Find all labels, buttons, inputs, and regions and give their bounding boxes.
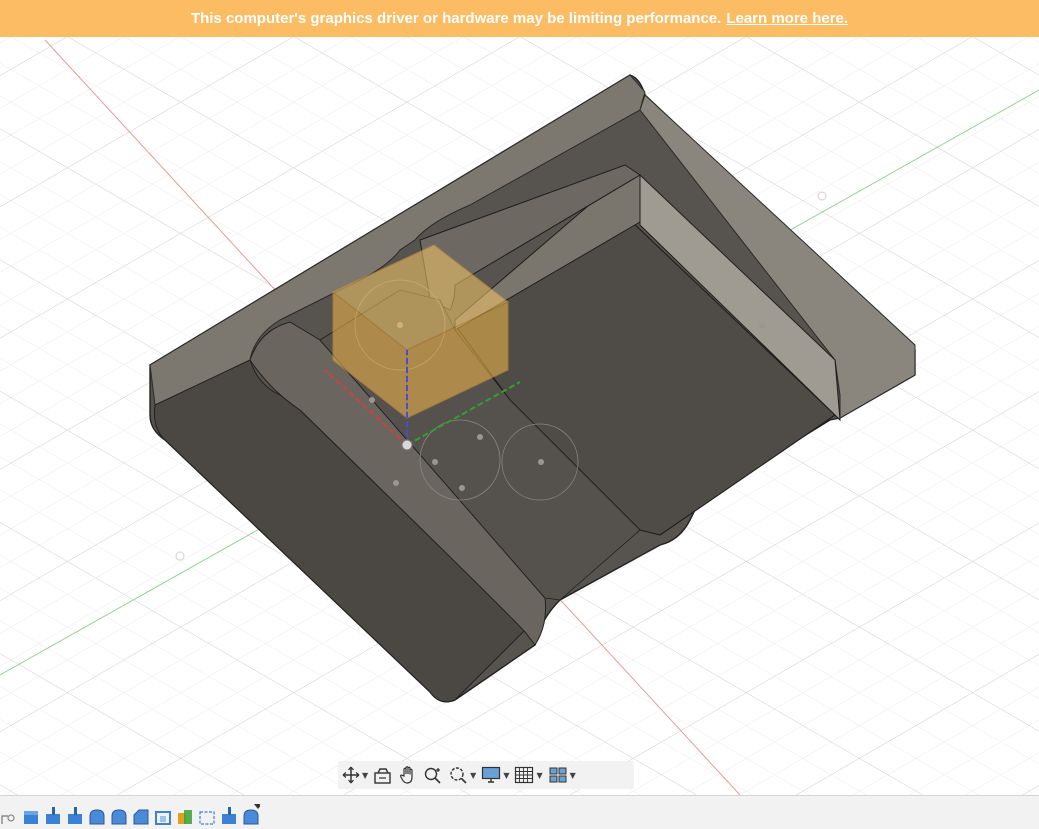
orbit-button[interactable]: ▼ bbox=[342, 764, 368, 786]
chevron-down-icon[interactable]: ▼ bbox=[470, 771, 476, 780]
zoom-window-button[interactable]: ▼ bbox=[448, 764, 476, 786]
sketch-point bbox=[432, 459, 438, 465]
zoom-icon bbox=[424, 767, 441, 784]
fillet-feature-icon[interactable] bbox=[242, 804, 262, 826]
origin-point[interactable] bbox=[401, 439, 413, 451]
sketch-feature-icon[interactable] bbox=[198, 804, 216, 826]
extrude-feature-icon[interactable] bbox=[44, 804, 62, 826]
timeline-bar bbox=[0, 795, 1039, 829]
shell-feature-icon[interactable] bbox=[154, 804, 172, 826]
sketch-point bbox=[459, 485, 465, 491]
viewports-button[interactable]: ▼ bbox=[548, 764, 576, 786]
pan-button[interactable] bbox=[398, 764, 418, 786]
chevron-down-icon[interactable]: ▼ bbox=[536, 771, 542, 780]
sketch-point bbox=[477, 434, 483, 440]
extrude-feature-icon[interactable] bbox=[220, 804, 238, 826]
sketch-point bbox=[538, 459, 544, 465]
chevron-down-icon[interactable]: ▼ bbox=[362, 771, 368, 780]
viewport-canvas[interactable] bbox=[0, 37, 1039, 795]
banner-message: This computer's graphics driver or hardw… bbox=[190, 10, 722, 27]
look-at-icon bbox=[374, 768, 391, 784]
grid-settings-icon bbox=[515, 766, 534, 784]
fillet-feature-icon[interactable] bbox=[110, 804, 128, 826]
sketch-feature-icon[interactable] bbox=[0, 804, 18, 826]
grid-settings-button[interactable]: ▼ bbox=[514, 764, 543, 786]
sketch-point bbox=[759, 323, 765, 329]
sketch-point bbox=[393, 480, 399, 486]
3d-viewport[interactable] bbox=[0, 37, 1039, 795]
sketch-point bbox=[369, 397, 375, 403]
display-settings-icon bbox=[482, 766, 501, 783]
chamfer-feature-icon[interactable] bbox=[132, 804, 150, 826]
look-at-button[interactable] bbox=[373, 764, 393, 786]
display-settings-button[interactable]: ▼ bbox=[481, 764, 509, 786]
chevron-down-icon[interactable]: ▼ bbox=[570, 771, 576, 780]
fillet-feature-icon[interactable] bbox=[88, 804, 106, 826]
extrude-feature-icon[interactable] bbox=[22, 804, 40, 826]
timeline-features bbox=[0, 804, 264, 829]
extrude-feature-icon[interactable] bbox=[66, 804, 84, 826]
zoom-button[interactable] bbox=[423, 764, 443, 786]
fusion-window: This computer's graphics driver or hardw… bbox=[0, 0, 1039, 829]
performance-warning-banner: This computer's graphics driver or hardw… bbox=[0, 0, 1039, 37]
zoom-window-icon bbox=[450, 767, 467, 784]
orbit-icon bbox=[342, 766, 360, 784]
pan-hand-icon bbox=[400, 766, 413, 784]
learn-more-link[interactable]: Learn more here. bbox=[726, 10, 848, 27]
viewports-icon bbox=[549, 767, 567, 783]
combine-feature-icon[interactable] bbox=[176, 804, 194, 826]
chevron-down-icon[interactable]: ▼ bbox=[503, 771, 509, 780]
navigation-toolbar: ▼ ▼ ▼ ▼ ▼ bbox=[338, 761, 634, 789]
